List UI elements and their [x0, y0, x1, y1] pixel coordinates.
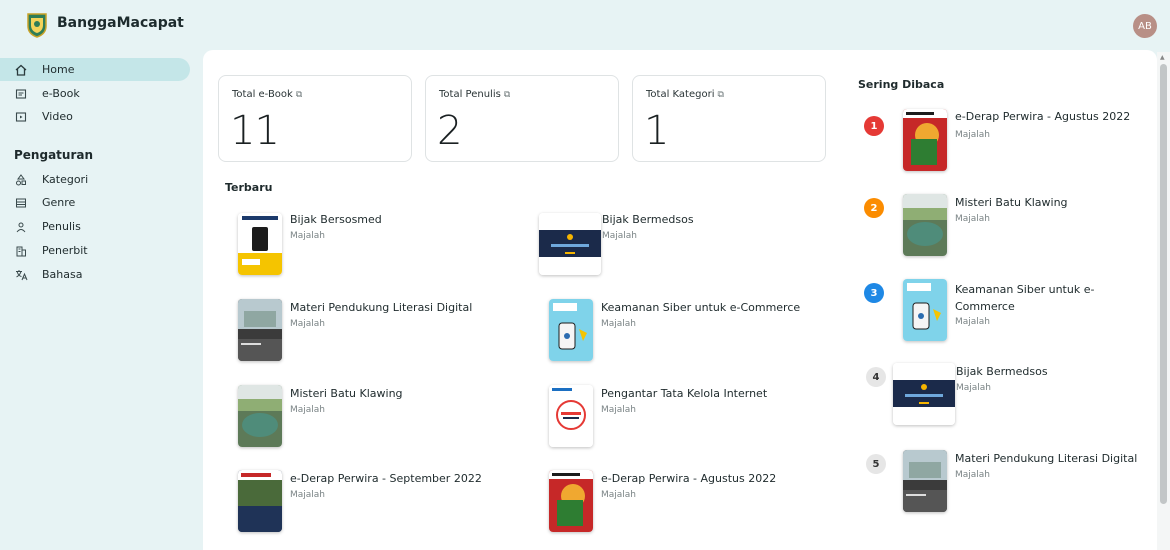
sidebar-item-kategori[interactable]: Kategori: [14, 168, 190, 191]
sidebar-item-video[interactable]: Video: [14, 105, 190, 128]
stat-value: 1: [644, 108, 669, 154]
rank-badge: 3: [864, 283, 884, 303]
book-title[interactable]: Bijak Bermedsos: [956, 365, 1048, 378]
building-icon: [14, 244, 28, 258]
translate-icon: [14, 268, 28, 282]
genre-icon: [14, 196, 28, 210]
stat-card-kategori[interactable]: Total Kategori ⧉ 1: [632, 75, 826, 162]
settings-section-title: Pengaturan: [14, 148, 94, 162]
book-type: Majalah: [955, 317, 991, 327]
book-title[interactable]: Bijak Bermedsos: [602, 213, 694, 226]
sidebar-item-genre[interactable]: Genre: [14, 191, 190, 214]
book-type: Majalah: [290, 490, 326, 500]
sidebar-item-ebook[interactable]: e-Book: [14, 82, 190, 105]
book-cover[interactable]: [903, 194, 947, 256]
rank-badge: 1: [864, 116, 884, 136]
book-title[interactable]: e-Derap Perwira - Agustus 2022: [601, 472, 776, 485]
stat-value: 2: [437, 108, 462, 154]
book-cover[interactable]: [238, 470, 282, 532]
book-type: Majalah: [290, 231, 326, 241]
sidebar-item-label: Home: [42, 63, 75, 76]
book-type: Majalah: [290, 405, 326, 415]
sidebar-item-label: Video: [42, 110, 73, 123]
book-title[interactable]: Keamanan Siber untuk e-Commerce: [601, 301, 800, 314]
book-cover[interactable]: [549, 299, 593, 361]
app-logo-icon[interactable]: [26, 12, 48, 38]
book-title[interactable]: Keamanan Siber untuk e-Commerce: [955, 281, 1115, 315]
book-title[interactable]: Materi Pendukung Literasi Digital: [290, 301, 472, 314]
popular-section-title: Sering Dibaca: [858, 78, 945, 91]
book-type: Majalah: [601, 490, 637, 500]
stat-label: Total Kategori: [646, 89, 715, 100]
stat-label: Total e-Book: [232, 89, 293, 100]
sidebar-item-label: Penerbit: [42, 244, 88, 257]
book-title[interactable]: Misteri Batu Klawing: [955, 196, 1068, 209]
book-cover[interactable]: [549, 470, 593, 532]
book-cover[interactable]: [893, 363, 955, 425]
main-scrollbar[interactable]: ▲: [1157, 52, 1170, 550]
scroll-up-icon[interactable]: ▲: [1160, 54, 1165, 61]
latest-section-title: Terbaru: [225, 181, 273, 194]
external-link-icon[interactable]: ⧉: [296, 90, 302, 100]
rank-badge: 4: [866, 367, 886, 387]
book-type: Majalah: [955, 470, 991, 480]
sidebar-item-label: Genre: [42, 196, 76, 209]
stat-value: 11: [230, 108, 280, 154]
sidebar-item-bahasa[interactable]: Bahasa: [14, 263, 190, 286]
rank-badge: 5: [866, 454, 886, 474]
sidebar-item-label: Penulis: [42, 220, 81, 233]
book-title[interactable]: Misteri Batu Klawing: [290, 387, 403, 400]
external-link-icon[interactable]: ⧉: [717, 90, 723, 100]
book-type: Majalah: [601, 405, 637, 415]
book-title[interactable]: Materi Pendukung Literasi Digital: [955, 452, 1137, 465]
rank-badge: 2: [864, 198, 884, 218]
book-type: Majalah: [955, 214, 991, 224]
video-icon: [14, 110, 28, 124]
book-type: Majalah: [601, 319, 637, 329]
user-avatar[interactable]: AB: [1133, 14, 1157, 38]
sidebar-item-penerbit[interactable]: Penerbit: [14, 239, 190, 262]
category-icon: [14, 173, 28, 187]
book-type: Majalah: [602, 231, 638, 241]
home-icon: [14, 63, 28, 77]
book-cover[interactable]: [903, 109, 947, 171]
stat-label: Total Penulis: [439, 89, 501, 100]
book-title[interactable]: e-Derap Perwira - Agustus 2022: [955, 110, 1130, 123]
book-icon: [14, 87, 28, 101]
book-cover[interactable]: [539, 213, 601, 275]
sidebar: Home e-Book Video Pengaturan Kategori Ge…: [0, 50, 200, 550]
book-type: Majalah: [956, 383, 992, 393]
main-panel: Total e-Book ⧉ 11 Total Penulis ⧉ 2 Total …: [203, 50, 1157, 550]
book-cover[interactable]: [903, 279, 947, 341]
sidebar-item-label: e-Book: [42, 87, 80, 100]
book-cover[interactable]: [238, 299, 282, 361]
book-cover[interactable]: [549, 385, 593, 447]
book-cover[interactable]: [238, 385, 282, 447]
top-bar: BanggaMacapat AB: [0, 0, 1170, 50]
book-title[interactable]: Bijak Bersosmed: [290, 213, 382, 226]
book-cover[interactable]: [903, 450, 947, 512]
sidebar-item-home[interactable]: Home: [0, 58, 190, 81]
sidebar-item-label: Kategori: [42, 173, 89, 186]
external-link-icon[interactable]: ⧉: [504, 90, 510, 100]
book-title[interactable]: Pengantar Tata Kelola Internet: [601, 387, 767, 400]
book-type: Majalah: [955, 130, 991, 140]
stat-card-penulis[interactable]: Total Penulis ⧉ 2: [425, 75, 619, 162]
book-cover[interactable]: [238, 213, 282, 275]
sidebar-item-label: Bahasa: [42, 268, 83, 281]
app-title[interactable]: BanggaMacapat: [57, 15, 184, 31]
book-type: Majalah: [290, 319, 326, 329]
person-icon: [14, 220, 28, 234]
stat-card-ebook[interactable]: Total e-Book ⧉ 11: [218, 75, 412, 162]
sidebar-item-penulis[interactable]: Penulis: [14, 215, 190, 238]
book-title[interactable]: e-Derap Perwira - September 2022: [290, 472, 482, 485]
scrollbar-thumb[interactable]: [1160, 64, 1167, 504]
